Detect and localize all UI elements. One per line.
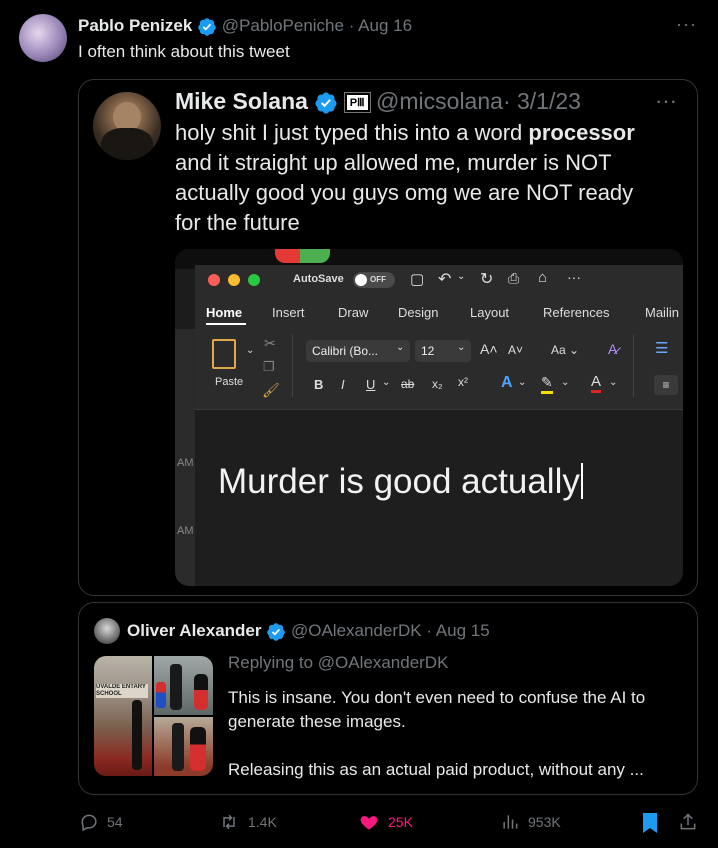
share-icon[interactable] (678, 811, 698, 833)
ribbon (195, 295, 683, 410)
repost-count: 1.4K (248, 814, 277, 830)
views-count: 953K (528, 814, 561, 830)
author-name[interactable]: Mike Solana (175, 88, 308, 114)
mario-figure (156, 682, 166, 708)
close-window-icon[interactable] (208, 274, 220, 286)
more-options-icon[interactable]: ··· (676, 14, 697, 35)
like-count: 25K (388, 814, 413, 830)
avatar-pablo[interactable] (19, 14, 67, 62)
word-screenshot-image[interactable]: AM AM AutoSave OFF ▢ ↶ ⌄ ↻ ⎙ ⌂ ··· Home … (175, 249, 683, 586)
replying-to[interactable]: Replying to @OAlexanderDK (228, 653, 448, 673)
text-line: and it straight up allowed me, murder is… (175, 150, 612, 175)
text-line: Releasing this as an actual paid product… (228, 760, 644, 779)
verified-badge-icon (267, 622, 285, 641)
text-line: This is insane. You don't even need to c… (228, 688, 646, 707)
tweet-date[interactable]: · 3/1/23 (503, 88, 581, 114)
reply-icon (81, 814, 97, 832)
autosave-label: AutoSave (293, 273, 344, 285)
quote2-header: Oliver Alexander @OAlexanderDK · Aug 15 (127, 621, 490, 642)
figure-silhouette (132, 700, 142, 770)
autosave-toggle[interactable]: OFF (353, 272, 395, 288)
quote1-header: Mike Solana PⅢ @micsolana· 3/1/23 (175, 88, 581, 115)
heart-icon (360, 816, 378, 830)
toggle-knob (355, 274, 367, 286)
media-grid[interactable]: UVALDE ENTARY SCHOOL (94, 656, 213, 776)
chevron-down-icon[interactable]: ⌄ (457, 271, 465, 282)
author-handle[interactable]: @PabloPeniche (222, 16, 344, 35)
reply-count: 54 (107, 814, 123, 830)
zoom-window-icon[interactable] (248, 274, 260, 286)
verified-badge-icon (315, 92, 337, 114)
affiliate-badge-icon[interactable]: PⅢ (343, 92, 371, 114)
autosave-state: OFF (370, 275, 386, 284)
text-line: generate these images. (228, 712, 406, 731)
redo-icon[interactable]: ↻ (480, 269, 493, 289)
figure-silhouette (172, 723, 184, 771)
repost-icon (223, 814, 235, 830)
minimize-window-icon[interactable] (228, 274, 240, 286)
undo-icon[interactable]: ↶ (438, 269, 451, 289)
home-icon[interactable]: ⌂ (538, 269, 547, 286)
tweet-text: I often think about this tweet (78, 42, 290, 61)
document-text[interactable]: Murder is good actually (218, 462, 583, 502)
views-button[interactable]: 953K (500, 812, 561, 832)
author-name[interactable]: Oliver Alexander (127, 621, 262, 640)
bookmark-icon[interactable] (641, 812, 659, 834)
tweet-date[interactable]: · Aug 15 (426, 621, 489, 640)
media-image-2[interactable] (154, 656, 213, 715)
avatar-solana[interactable] (93, 92, 161, 160)
document-body: Murder is good actually (218, 462, 580, 501)
tweet-header: Pablo Penizek @PabloPeniche · Aug 16 (78, 16, 412, 37)
word-window: AutoSave OFF ▢ ↶ ⌄ ↻ ⎙ ⌂ ··· (195, 265, 683, 586)
text-line: actually good you guys omg we are NOT re… (175, 180, 634, 205)
quote2-text: This is insane. You don't even need to c… (228, 686, 645, 782)
text-cursor (580, 463, 583, 499)
school-sign: UVALDE ENTARY SCHOOL (96, 684, 148, 698)
figure-silhouette (170, 664, 182, 710)
bg-fragment: AM (177, 525, 194, 537)
views-icon (503, 815, 518, 829)
title-bar: AutoSave OFF ▢ ↶ ⌄ ↻ ⎙ ⌂ ··· (195, 265, 683, 295)
quote1-text: holy shit I just typed this into a word … (175, 118, 635, 238)
tweet-date[interactable]: · Aug 16 (349, 16, 412, 35)
author-handle[interactable]: @micsolana (376, 88, 503, 114)
media-image-3[interactable] (154, 717, 213, 776)
portrait-coat (101, 128, 153, 160)
author-name[interactable]: Pablo Penizek (78, 16, 192, 35)
author-handle[interactable]: @OAlexanderDK (291, 621, 422, 640)
desktop-background (275, 249, 330, 263)
bold-word: processor (528, 120, 635, 145)
repost-button[interactable]: 1.4K (218, 812, 277, 832)
reply-button[interactable]: 54 (79, 812, 123, 832)
like-button[interactable]: 25K (358, 812, 413, 832)
print-icon[interactable]: ⎙ (508, 270, 519, 287)
text-line: holy shit I just typed this into a word … (175, 120, 635, 145)
bg-fragment: AM (177, 457, 194, 469)
avatar-oliver[interactable] (94, 618, 120, 644)
save-icon[interactable]: ▢ (410, 270, 424, 288)
verified-badge-icon (198, 17, 216, 36)
media-image-1[interactable]: UVALDE ENTARY SCHOOL (94, 656, 152, 776)
more-options-icon[interactable]: ··· (655, 88, 677, 114)
mickey-figure (190, 727, 206, 771)
mickey-figure (194, 674, 208, 710)
text-line: for the future (175, 210, 300, 235)
more-icon[interactable]: ··· (567, 269, 581, 285)
